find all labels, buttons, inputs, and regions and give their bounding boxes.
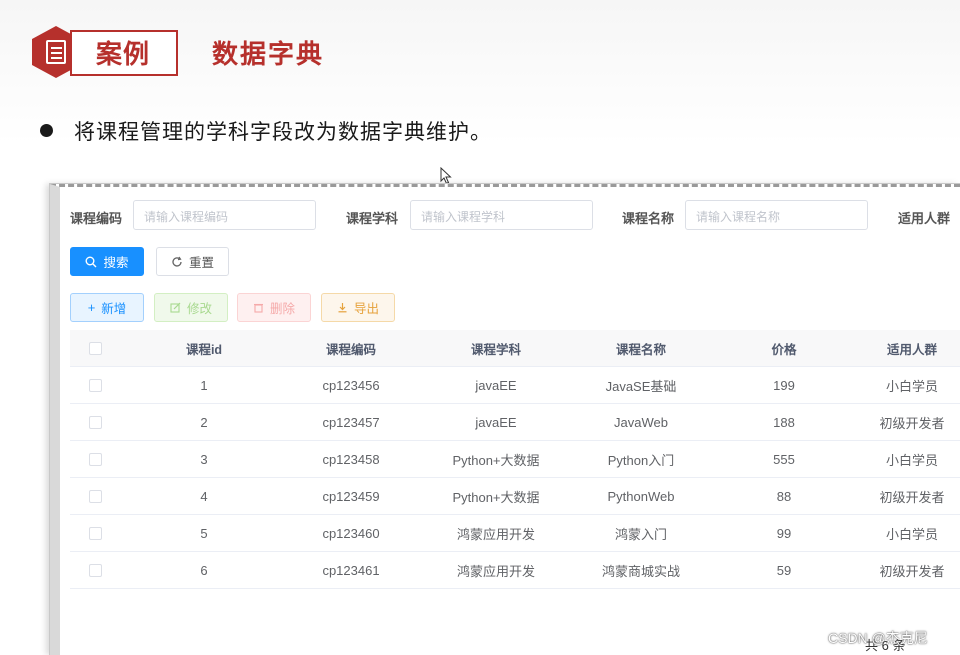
refresh-icon [172, 256, 182, 267]
edit-icon [170, 302, 181, 313]
col-header-subject[interactable]: 课程学科 [414, 339, 578, 358]
cell-subject: javaEE [475, 377, 517, 393]
col-header-code[interactable]: 课程编码 [288, 339, 414, 358]
cell-subject: Python+大数据 [452, 452, 540, 468]
course-subject-label: 课程学科 [346, 211, 399, 226]
export-button[interactable]: 导出 [321, 293, 395, 322]
course-table: 课程id 课程编码 课程学科 课程名称 价格 适用人群 1 cp123456 jav… [70, 330, 960, 589]
export-button-label: 导出 [353, 302, 379, 316]
table-row[interactable]: 2 cp123457 javaEE JavaWeb 188 初级开发者 [70, 404, 960, 441]
add-button-label: 新增 [101, 302, 127, 316]
slide-title: 数据字典 [212, 40, 325, 70]
cell-id: 5 [200, 525, 208, 541]
cell-subject: 鸿蒙应用开发 [456, 563, 535, 579]
cell-price: 59 [776, 562, 792, 578]
cell-name: PythonWeb [607, 488, 675, 504]
trash-icon [253, 303, 263, 313]
col-header-price[interactable]: 价格 [704, 339, 864, 358]
cell-code: cp123459 [322, 488, 380, 504]
row-checkbox[interactable] [88, 452, 102, 466]
cell-name: Python入门 [607, 452, 675, 468]
cell-audience: 小白学员 [885, 526, 938, 542]
cell-id: 1 [200, 377, 208, 393]
table-header: 课程id 课程编码 课程学科 课程名称 价格 适用人群 [70, 330, 960, 367]
cell-price: 199 [773, 377, 795, 393]
search-button-label: 搜索 [103, 256, 129, 270]
course-code-input[interactable]: 请输入课程编码 [133, 200, 316, 230]
plus-icon: + [87, 300, 96, 315]
course-subject-input[interactable]: 请输入课程学科 [410, 200, 593, 230]
cell-price: 555 [773, 451, 795, 467]
col-header-name[interactable]: 课程名称 [578, 339, 704, 358]
course-name-label: 课程名称 [622, 211, 675, 226]
cell-audience: 初级开发者 [879, 415, 945, 431]
table-row[interactable]: 5 cp123460 鸿蒙应用开发 鸿蒙入门 99 小白学员 [70, 515, 960, 552]
course-name-input[interactable]: 请输入课程名称 [685, 200, 868, 230]
cell-id: 2 [200, 414, 208, 430]
bullet-text: 将课程管理的学科字段改为数据字典维护。 [74, 120, 492, 144]
cell-price: 99 [776, 525, 792, 541]
cell-price: 188 [773, 414, 795, 430]
cell-audience: 初级开发者 [879, 489, 945, 505]
cell-code: cp123457 [322, 414, 380, 430]
col-header-audience[interactable]: 适用人群 [864, 339, 960, 358]
cell-name: JavaWeb [614, 414, 668, 430]
add-button[interactable]: + 新增 [70, 293, 144, 322]
col-header-id[interactable]: 课程id [120, 339, 288, 358]
cell-subject: Python+大数据 [452, 489, 540, 505]
cell-code: cp123456 [322, 377, 380, 393]
cell-audience: 小白学员 [885, 378, 938, 394]
cell-id: 3 [200, 451, 208, 467]
watermark: CSDN @杰克尼 [828, 630, 928, 646]
delete-button-label: 删除 [269, 302, 295, 316]
search-button[interactable]: 搜索 [70, 247, 144, 276]
row-checkbox[interactable] [88, 378, 102, 392]
cell-code: cp123461 [322, 562, 380, 578]
select-all-checkbox[interactable] [88, 341, 102, 355]
table-row[interactable]: 1 cp123456 javaEE JavaSE基础 199 小白学员 [70, 367, 960, 404]
row-checkbox[interactable] [88, 563, 102, 577]
case-tag-label: 案例 [96, 40, 151, 70]
app-screenshot: 课程编码 请输入课程编码 课程学科 请输入课程学科 课程名称 请输入课程名称 适… [50, 184, 960, 655]
cell-subject: 鸿蒙应用开发 [456, 526, 535, 542]
row-checkbox[interactable] [88, 526, 102, 540]
table-row[interactable]: 4 cp123459 Python+大数据 PythonWeb 88 初级开发者 [70, 478, 960, 515]
cell-subject: javaEE [475, 414, 517, 430]
row-checkbox[interactable] [88, 415, 102, 429]
mouse-cursor-icon [440, 167, 452, 185]
row-checkbox[interactable] [88, 489, 102, 503]
bullet-dot-icon [40, 124, 53, 137]
reset-button-label: 重置 [188, 256, 214, 270]
edit-button-label: 修改 [186, 302, 212, 316]
cell-name: 鸿蒙入门 [614, 526, 667, 542]
cell-audience: 初级开发者 [879, 563, 945, 579]
delete-button[interactable]: 删除 [237, 293, 311, 322]
table-row[interactable]: 3 cp123458 Python+大数据 Python入门 555 小白学员 [70, 441, 960, 478]
cell-code: cp123460 [322, 525, 380, 541]
audience-label: 适用人群 [898, 211, 951, 226]
cell-audience: 小白学员 [885, 452, 938, 468]
download-icon [338, 303, 347, 313]
cell-price: 88 [776, 488, 792, 504]
cell-code: cp123458 [322, 451, 380, 467]
course-code-label: 课程编码 [70, 211, 123, 226]
reset-button[interactable]: 重置 [156, 247, 229, 276]
cell-id: 4 [200, 488, 208, 504]
cell-name: JavaSE基础 [605, 378, 677, 394]
cell-id: 6 [200, 562, 208, 578]
table-row[interactable]: 6 cp123461 鸿蒙应用开发 鸿蒙商城实战 59 初级开发者 [70, 552, 960, 589]
edit-button[interactable]: 修改 [154, 293, 228, 322]
cell-name: 鸿蒙商城实战 [601, 563, 680, 579]
search-icon [85, 256, 97, 267]
